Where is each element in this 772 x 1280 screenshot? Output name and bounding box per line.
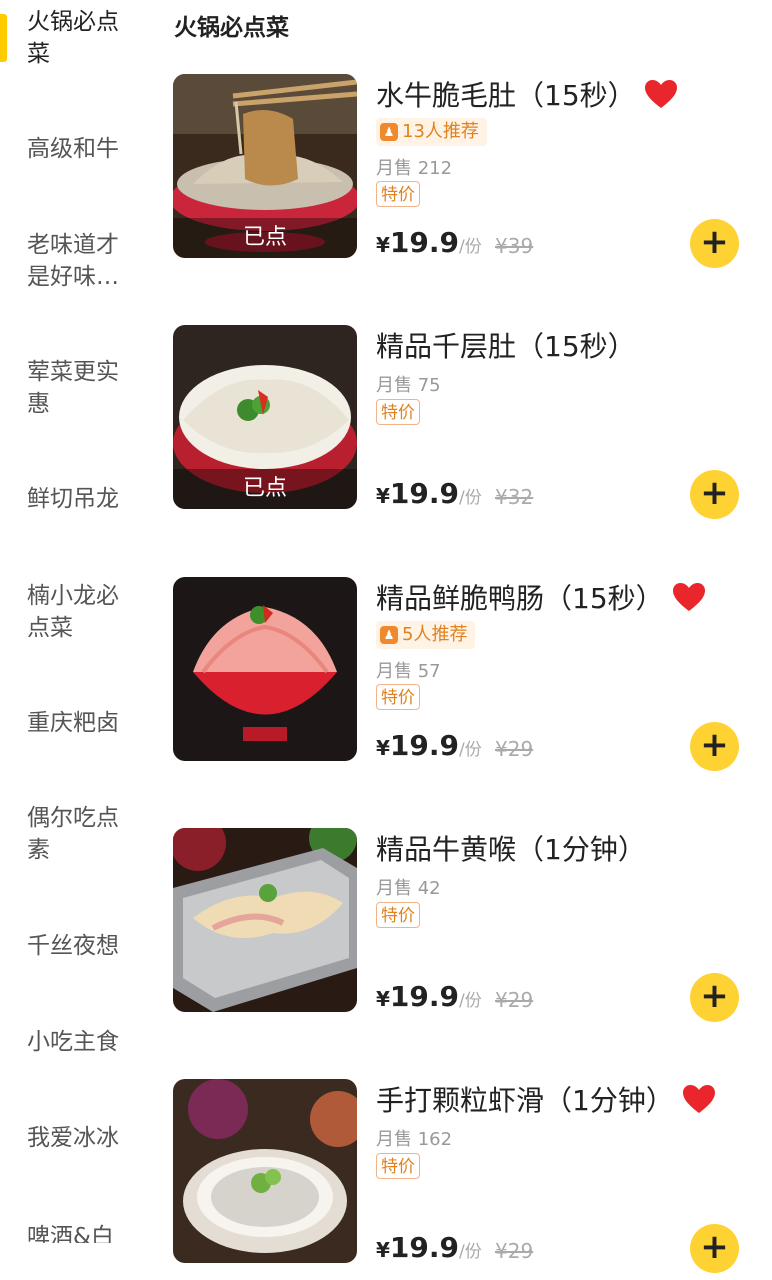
original-price: ¥32	[495, 485, 534, 509]
add-to-cart-button[interactable]: +	[690, 219, 739, 268]
monthly-sales: 月售 42	[376, 878, 441, 899]
monthly-sales: 月售 75	[376, 375, 441, 396]
special-price-tag: 特价	[376, 684, 420, 710]
sidebar-item-meat-value[interactable]: 荤菜更实 惠	[0, 356, 150, 420]
menu-item[interactable]: 精品鲜脆鸭肠（15秒） ♟ 5人推荐 月售 57 特价 ¥19.9/份 ¥29 +	[173, 577, 769, 771]
menu-item[interactable]: 已点 水牛脆毛肚（15秒） ♟ 13人推荐 月售 212 特价 ¥19.9/份 ¥…	[173, 74, 769, 268]
sidebar-item-nanxiaolong[interactable]: 楠小龙必 点菜	[0, 580, 150, 644]
price: ¥19.9/份	[376, 477, 482, 510]
monthly-sales: 月售 212	[376, 158, 453, 179]
sidebar-item-hotpot-must[interactable]: 火锅必点 菜	[0, 6, 150, 70]
thumb-up-icon: ♟	[380, 123, 398, 141]
price: ¥19.9/份	[376, 226, 482, 259]
price: ¥19.9/份	[376, 729, 482, 762]
original-price: ¥29	[495, 1239, 534, 1263]
dish-name: 精品鲜脆鸭肠（15秒）	[376, 577, 706, 617]
category-sidebar: 火锅必点 菜 高级和牛 老味道才 是好味… 荤菜更实 惠 鲜切吊龙 楠小龙必 点…	[0, 0, 150, 1280]
special-price-tag: 特价	[376, 399, 420, 425]
sidebar-item-noodles[interactable]: 千丝夜想	[0, 930, 150, 962]
price: ¥19.9/份	[376, 980, 482, 1013]
monthly-sales: 月售 57	[376, 661, 441, 682]
original-price: ¥39	[495, 234, 534, 258]
dish-name: 精品千层肚（15秒）	[376, 330, 636, 363]
beef-aorta-image[interactable]	[173, 828, 357, 1012]
sidebar-item-vegetables[interactable]: 偶尔吃点 素	[0, 802, 150, 866]
special-price-tag: 特价	[376, 902, 420, 928]
add-to-cart-button[interactable]: +	[690, 973, 739, 1022]
special-price-tag: 特价	[376, 181, 420, 207]
menu-item[interactable]: 精品牛黄喉（1分钟） 月售 42 特价 ¥19.9/份 ¥29 +	[173, 828, 769, 1022]
original-price: ¥29	[495, 988, 534, 1012]
heart-icon	[672, 583, 705, 611]
duck-intestine-image[interactable]	[173, 577, 357, 761]
recommend-badge: ♟ 5人推荐	[376, 621, 476, 649]
add-to-cart-button[interactable]: +	[690, 1224, 739, 1273]
dish-name: 精品牛黄喉（1分钟）	[376, 833, 646, 866]
dish-name: 手打颗粒虾滑（1分钟）	[376, 1079, 716, 1119]
beef-tripe-image[interactable]: 已点	[173, 74, 357, 258]
menu-item[interactable]: 手打颗粒虾滑（1分钟） 月售 162 特价 ¥19.9/份 ¥29 +	[173, 1079, 769, 1273]
thumb-up-icon: ♟	[380, 626, 398, 644]
section-title: 火锅必点菜	[174, 15, 289, 41]
special-price-tag: 特价	[376, 1153, 420, 1179]
add-to-cart-button[interactable]: +	[690, 722, 739, 771]
sidebar-item-premium-wagyu[interactable]: 高级和牛	[0, 133, 150, 165]
ordered-label: 已点	[173, 218, 357, 258]
heart-icon	[682, 1085, 715, 1113]
heart-icon	[644, 80, 677, 108]
monthly-sales: 月售 162	[376, 1129, 453, 1150]
menu-item[interactable]: 已点 精品千层肚（15秒） 月售 75 特价 ¥19.9/份 ¥32 +	[173, 325, 769, 519]
white-tripe-image[interactable]: 已点	[173, 325, 357, 509]
dish-name: 水牛脆毛肚（15秒）	[376, 74, 678, 114]
price: ¥19.9/份	[376, 1231, 482, 1264]
original-price: ¥29	[495, 737, 534, 761]
sidebar-item-drinks[interactable]: 啤酒&白	[0, 1221, 150, 1243]
menu-content: 火锅必点菜 已点 水牛脆毛肚（15秒） ♟ 13人推荐 月售 212 特价 ¥19…	[150, 0, 772, 1280]
sidebar-item-chongqing-lu[interactable]: 重庆粑卤	[0, 707, 150, 739]
sidebar-item-fresh-beef[interactable]: 鲜切吊龙	[0, 483, 150, 515]
sidebar-item-snacks[interactable]: 小吃主食	[0, 1026, 150, 1058]
sidebar-item-old-flavor[interactable]: 老味道才 是好味…	[0, 229, 150, 293]
shrimp-paste-image[interactable]	[173, 1079, 357, 1263]
sidebar-item-ice[interactable]: 我爱冰冰	[0, 1122, 150, 1154]
recommend-badge: ♟ 13人推荐	[376, 118, 487, 146]
add-to-cart-button[interactable]: +	[690, 470, 739, 519]
ordered-label: 已点	[173, 469, 357, 509]
